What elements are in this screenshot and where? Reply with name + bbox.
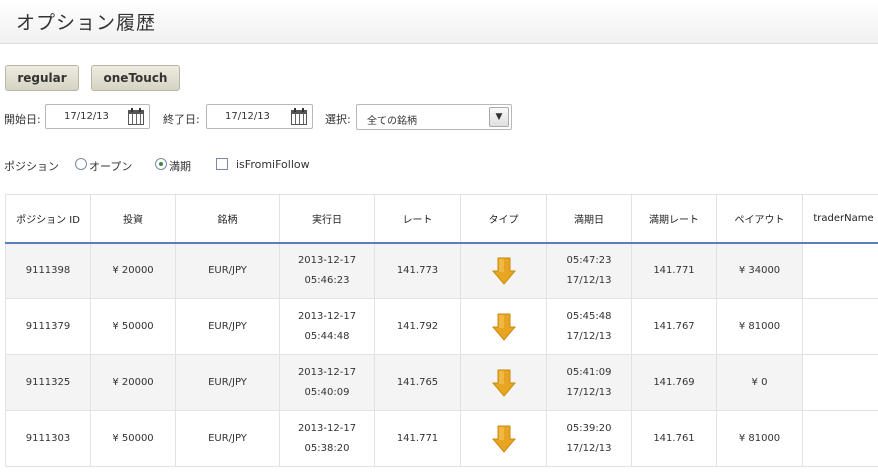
cell-symbol: EUR/JPY bbox=[175, 298, 280, 355]
regular-tab-button[interactable]: regular bbox=[5, 65, 79, 91]
cell-expiry: 05:41:09 17/12/13 bbox=[546, 354, 632, 411]
cell-payout: ¥ 81000 bbox=[716, 298, 803, 355]
cell-trader-name bbox=[802, 354, 878, 411]
cell-payout: ¥ 81000 bbox=[716, 410, 803, 467]
expiry-date: 17/12/13 bbox=[566, 274, 612, 286]
page-header: オプション履歴 bbox=[0, 0, 878, 44]
start-date-label: 開始日: bbox=[4, 113, 41, 126]
end-date-field[interactable]: 17/12/13 bbox=[206, 104, 313, 129]
table-row[interactable]: 9111303 ¥ 50000 EUR/JPY 2013-12-17 05:38:20 1… bbox=[5, 410, 878, 467]
execution-date: 2013-12-17 bbox=[297, 366, 357, 378]
expiry-time: 05:45:48 bbox=[566, 310, 612, 322]
position-label: ポジション bbox=[4, 160, 59, 173]
select-label: 選択: bbox=[325, 113, 351, 126]
cell-investment: ¥ 20000 bbox=[90, 354, 176, 411]
cell-type bbox=[460, 410, 547, 467]
header-position-id[interactable]: ポジション ID bbox=[5, 194, 91, 244]
expiry-date: 17/12/13 bbox=[566, 386, 612, 398]
arrow-down-icon bbox=[491, 313, 516, 341]
cell-position-id: 9111325 bbox=[5, 354, 91, 411]
header-symbol[interactable]: 銘柄 bbox=[175, 194, 280, 244]
header-execution-date[interactable]: 実行日 bbox=[279, 194, 375, 244]
cell-expiry-rate: 141.767 bbox=[631, 298, 717, 355]
start-date-value[interactable]: 17/12/13 bbox=[46, 111, 127, 122]
expired-radio[interactable] bbox=[155, 158, 167, 170]
cell-type bbox=[460, 354, 547, 411]
cell-expiry-rate: 141.761 bbox=[631, 410, 717, 467]
cell-type bbox=[460, 298, 547, 355]
open-radio[interactable] bbox=[75, 158, 87, 170]
arrow-down-icon bbox=[491, 425, 516, 453]
cell-position-id: 9111398 bbox=[5, 242, 91, 299]
table-header-row: ポジション ID 投資 銘柄 実行日 レート タイプ 満期日 満期レート ペイア… bbox=[5, 194, 878, 244]
cell-position-id: 9111379 bbox=[5, 298, 91, 355]
cell-expiry-rate: 141.769 bbox=[631, 354, 717, 411]
cell-expiry-rate: 141.771 bbox=[631, 242, 717, 299]
header-rate[interactable]: レート bbox=[374, 194, 461, 244]
end-date-label: 終了日: bbox=[163, 113, 200, 126]
cell-rate: 141.773 bbox=[374, 242, 461, 299]
cell-expiry: 05:45:48 17/12/13 bbox=[546, 298, 632, 355]
cell-execution: 2013-12-17 05:44:48 bbox=[279, 298, 375, 355]
cell-rate: 141.765 bbox=[374, 354, 461, 411]
execution-date: 2013-12-17 bbox=[297, 310, 357, 322]
execution-time: 05:44:48 bbox=[304, 330, 350, 342]
expiry-date: 17/12/13 bbox=[566, 442, 612, 454]
execution-time: 05:38:20 bbox=[304, 442, 350, 454]
expiry-date: 17/12/13 bbox=[566, 330, 612, 342]
open-radio-label: オープン bbox=[89, 160, 133, 173]
execution-time: 05:46:23 bbox=[304, 274, 350, 286]
symbol-select-value: 全ての銘柄 bbox=[367, 116, 417, 127]
header-type[interactable]: タイプ bbox=[460, 194, 547, 244]
end-date-value[interactable]: 17/12/13 bbox=[207, 111, 290, 122]
page-title: オプション履歴 bbox=[16, 12, 157, 34]
symbol-select[interactable]: 全ての銘柄 ▼ bbox=[356, 104, 512, 130]
cell-investment: ¥ 50000 bbox=[90, 410, 176, 467]
cell-expiry: 05:39:20 17/12/13 bbox=[546, 410, 632, 467]
header-trader-name[interactable]: traderName bbox=[802, 194, 878, 244]
cell-trader-name bbox=[802, 298, 878, 355]
cell-rate: 141.771 bbox=[374, 410, 461, 467]
expired-radio-label: 満期 bbox=[169, 160, 191, 173]
arrow-down-icon bbox=[491, 257, 516, 285]
cell-investment: ¥ 50000 bbox=[90, 298, 176, 355]
cell-trader-name bbox=[802, 242, 878, 299]
table-row[interactable]: 9111325 ¥ 20000 EUR/JPY 2013-12-17 05:40:09 1… bbox=[5, 354, 878, 411]
header-expiry-rate[interactable]: 満期レート bbox=[631, 194, 717, 244]
execution-date: 2013-12-17 bbox=[297, 422, 357, 434]
cell-investment: ¥ 20000 bbox=[90, 242, 176, 299]
cell-type bbox=[460, 242, 547, 299]
options-history-table: ポジション ID 投資 銘柄 実行日 レート タイプ 満期日 満期レート ペイア… bbox=[5, 194, 878, 467]
cell-payout: ¥ 0 bbox=[716, 354, 803, 411]
cell-execution: 2013-12-17 05:46:23 bbox=[279, 242, 375, 299]
cell-execution: 2013-12-17 05:40:09 bbox=[279, 354, 375, 411]
expiry-time: 05:39:20 bbox=[566, 422, 612, 434]
header-investment[interactable]: 投資 bbox=[90, 194, 176, 244]
is-from-ifollow-label: isFromiFollow bbox=[236, 158, 310, 171]
chevron-down-icon[interactable]: ▼ bbox=[489, 107, 509, 127]
cell-symbol: EUR/JPY bbox=[175, 354, 280, 411]
is-from-ifollow-checkbox[interactable] bbox=[216, 158, 228, 170]
expiry-time: 05:41:09 bbox=[566, 366, 612, 378]
header-expiry-date[interactable]: 満期日 bbox=[546, 194, 632, 244]
cell-position-id: 9111303 bbox=[5, 410, 91, 467]
cell-rate: 141.792 bbox=[374, 298, 461, 355]
cell-execution: 2013-12-17 05:38:20 bbox=[279, 410, 375, 467]
execution-time: 05:40:09 bbox=[304, 386, 350, 398]
table-row[interactable]: 9111398 ¥ 20000 EUR/JPY 2013-12-17 05:46:23 1… bbox=[5, 242, 878, 299]
onetouch-tab-button[interactable]: oneTouch bbox=[91, 65, 180, 91]
calendar-icon[interactable] bbox=[290, 107, 308, 126]
arrow-down-icon bbox=[491, 369, 516, 397]
header-payout[interactable]: ペイアウト bbox=[716, 194, 803, 244]
cell-trader-name bbox=[802, 410, 878, 467]
table-row[interactable]: 9111379 ¥ 50000 EUR/JPY 2013-12-17 05:44:48 1… bbox=[5, 298, 878, 355]
cell-symbol: EUR/JPY bbox=[175, 242, 280, 299]
execution-date: 2013-12-17 bbox=[297, 254, 357, 266]
start-date-field[interactable]: 17/12/13 bbox=[45, 104, 150, 129]
expiry-time: 05:47:23 bbox=[566, 254, 612, 266]
cell-expiry: 05:47:23 17/12/13 bbox=[546, 242, 632, 299]
cell-payout: ¥ 34000 bbox=[716, 242, 803, 299]
calendar-icon[interactable] bbox=[127, 107, 145, 126]
cell-symbol: EUR/JPY bbox=[175, 410, 280, 467]
